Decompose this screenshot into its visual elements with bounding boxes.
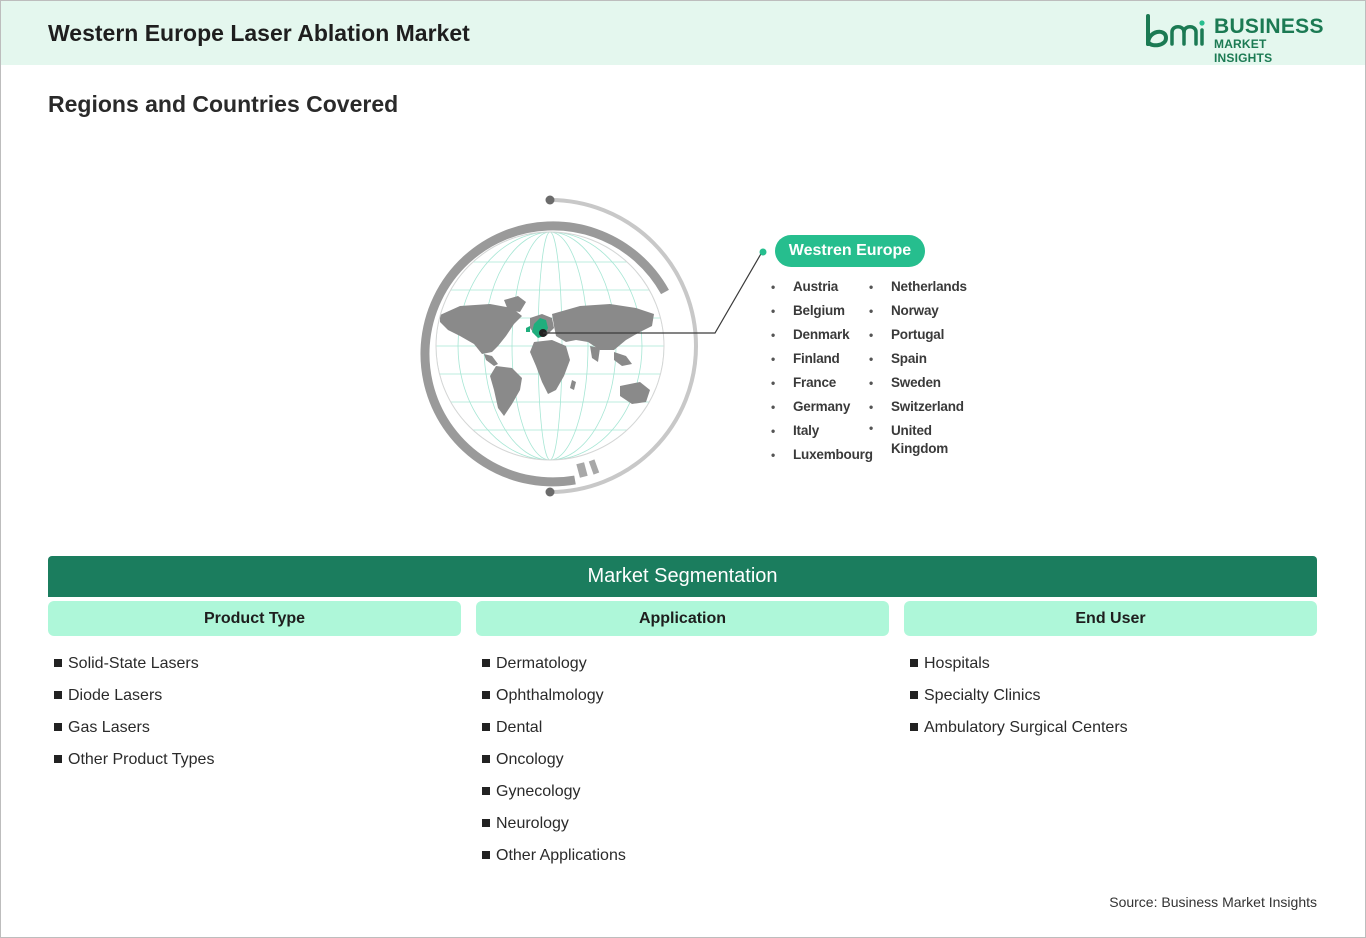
square-bullet-icon [482,787,490,795]
country-item: Netherlands [869,275,967,299]
country-list-column-1: Austria Belgium Denmark Finland France G… [771,275,873,467]
page-title: Western Europe Laser Ablation Market [48,20,470,46]
square-bullet-icon [54,723,62,731]
square-bullet-icon [482,723,490,731]
bmi-logo-icon [1146,14,1205,48]
square-bullet-icon [482,691,490,699]
ring-tick-2 [588,459,600,475]
square-bullet-icon [482,755,490,763]
list-item: Hospitals [910,648,1128,680]
section-subtitle: Regions and Countries Covered [48,91,399,117]
list-item: Solid-State Lasers [54,648,214,680]
square-bullet-icon [54,659,62,667]
list-item: Gas Lasers [54,712,214,744]
segment-heading-product-type: Product Type [48,601,461,636]
list-item: Other Product Types [54,744,214,776]
country-item: Italy [771,419,873,443]
application-list: Dermatology Ophthalmology Dental Oncolog… [482,648,626,872]
country-item: France [771,371,873,395]
list-item: Other Applications [482,840,626,872]
ring-dot-bottom [545,487,555,497]
country-item: Finland [771,347,873,371]
country-item: Spain [869,347,959,371]
list-item: Ophthalmology [482,680,626,712]
country-item: Norway [869,299,959,323]
connector-end-dot [759,248,767,256]
end-user-list: Hospitals Specialty Clinics Ambulatory S… [910,648,1128,744]
square-bullet-icon [910,723,918,731]
country-item: Denmark [771,323,873,347]
logo-text-market-insights: MARKET INSIGHTS [1214,37,1273,65]
product-type-list: Solid-State Lasers Diode Lasers Gas Lase… [54,648,214,776]
square-bullet-icon [482,851,490,859]
country-list-column-2: Netherlands Norway Portugal Spain Sweden… [869,275,967,458]
list-item: Diode Lasers [54,680,214,712]
world-globe-diagram [420,195,767,497]
list-item: Oncology [482,744,626,776]
country-item: Switzerland [869,395,964,419]
source-note: Source: Business Market Insights [1109,894,1317,910]
country-item: Belgium [771,299,873,323]
ring-dot-top [545,195,555,205]
square-bullet-icon [910,659,918,667]
country-item: Portugal [869,323,959,347]
region-label-western-europe: Westren Europe [775,235,925,267]
square-bullet-icon [910,691,918,699]
country-item: Luxembourg [771,443,873,467]
list-item: Dental [482,712,626,744]
segment-heading-application: Application [476,601,889,636]
square-bullet-icon [482,659,490,667]
list-item: Dermatology [482,648,626,680]
list-item: Neurology [482,808,626,840]
square-bullet-icon [54,691,62,699]
country-item: Sweden [869,371,959,395]
market-segmentation-header: Market Segmentation [48,556,1317,597]
segment-heading-end-user: End User [904,601,1317,636]
list-item: Gynecology [482,776,626,808]
country-item: United Kingdom [869,419,959,458]
country-item: Austria [771,275,873,299]
logo-text-business: BUSINESS [1214,15,1324,38]
ring-tick-1 [576,462,588,478]
square-bullet-icon [482,819,490,827]
list-item: Specialty Clinics [910,680,1128,712]
square-bullet-icon [54,755,62,763]
list-item: Ambulatory Surgical Centers [910,712,1128,744]
country-item: Germany [771,395,873,419]
brand-logo: BUSINESS MARKET INSIGHTS [1144,14,1323,65]
